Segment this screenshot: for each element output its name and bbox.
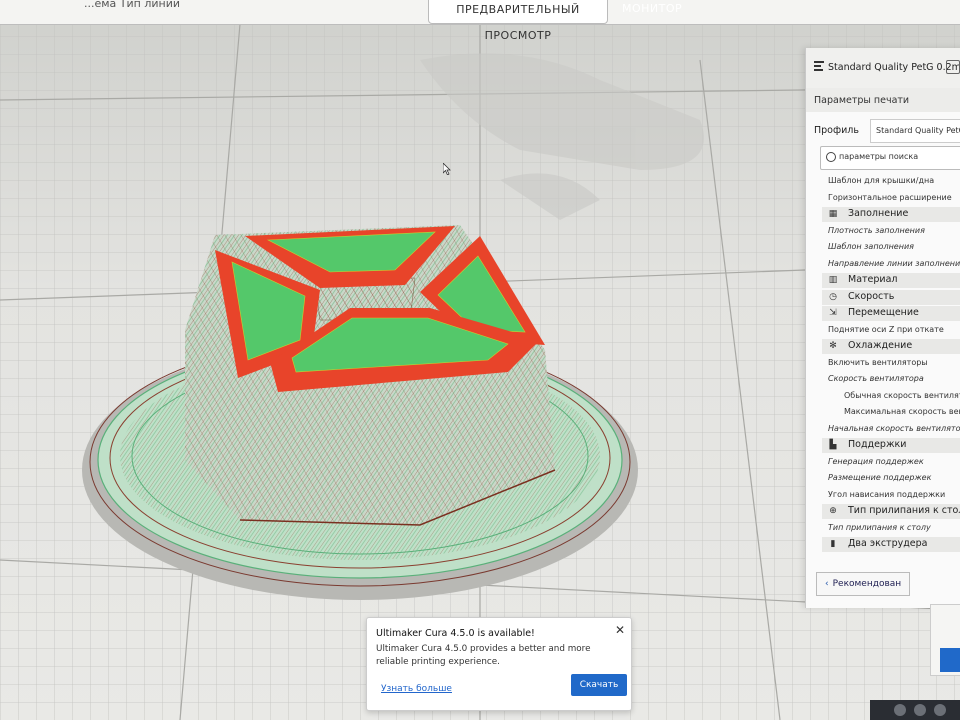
setting-row[interactable]: Начальная скорость вентилятора: [806, 424, 960, 433]
close-icon[interactable]: ✕: [615, 623, 625, 637]
search-placeholder: параметры поиска: [839, 152, 919, 161]
settings-category-label: Материал: [848, 274, 898, 285]
setting-row[interactable]: Направление линии заполнения: [806, 259, 960, 268]
recommended-label: Рекомендован: [832, 579, 902, 589]
settings-category[interactable]: ⇲ Перемещение: [822, 306, 960, 321]
chevron-left-icon: ‹: [825, 579, 829, 589]
cooling-icon: ✻: [829, 341, 837, 351]
settings-category-label: Скорость: [848, 290, 895, 302]
profile-dropdown[interactable]: Standard Quality PetG 0.2: [870, 119, 960, 143]
os-taskbar: [870, 700, 960, 720]
profile-header-name: Standard Quality PetG 0.2mm: [828, 62, 960, 73]
notification-title: Ultimaker Cura 4.5.0 is available!: [376, 628, 535, 639]
search-icon: [826, 152, 836, 162]
tab-monitor[interactable]: МОНИТОР: [608, 0, 696, 22]
setting-row[interactable]: Угол нависания поддержки: [806, 490, 960, 499]
mouse-cursor-icon: [443, 163, 451, 175]
edit-icon[interactable]: [946, 60, 960, 74]
slice-button[interactable]: [940, 648, 960, 672]
tab-preview[interactable]: ПРЕДВАРИТЕЛЬНЫЙ ПРОСМОТР: [428, 0, 608, 42]
download-button[interactable]: Скачать: [571, 674, 627, 696]
view-type-label[interactable]: ...ема Тип линии: [84, 0, 180, 10]
settings-category[interactable]: ▙ Поддержки: [822, 438, 960, 453]
speed-icon: ◷: [829, 291, 837, 302]
setting-row[interactable]: Горизонтальное расширение: [806, 193, 960, 202]
setting-row[interactable]: Максимальная скорость вентиля: [806, 407, 960, 416]
setting-row[interactable]: Плотность заполнения: [806, 226, 960, 235]
setting-row[interactable]: Шаблон заполнения: [806, 242, 960, 251]
setting-row[interactable]: Поднятие оси Z при откате: [806, 325, 960, 334]
settings-category[interactable]: ▥ Материал: [822, 273, 960, 288]
dual-extruder-icon: ▮: [830, 539, 836, 549]
setting-row[interactable]: Скорость вентилятора: [806, 374, 960, 383]
settings-category-label: Охлаждение: [848, 340, 913, 351]
settings-category[interactable]: ▮ Два экструдера: [822, 537, 960, 552]
print-object: [185, 225, 556, 526]
adhesion-icon: ⊕: [829, 506, 837, 516]
learn-more-link[interactable]: Узнать больше: [381, 684, 452, 694]
setting-row[interactable]: Обычная скорость вентилятора: [806, 391, 960, 400]
setting-row[interactable]: Тип прилипания к столу: [806, 523, 960, 532]
settings-category-label: Перемещение: [848, 307, 919, 318]
printer-settings-icon: [814, 61, 824, 71]
notification-body: Ultimaker Cura 4.5.0 provides a better a…: [376, 644, 591, 667]
settings-category[interactable]: ✻ Охлаждение: [822, 339, 960, 354]
travel-icon: ⇲: [829, 308, 837, 318]
setting-row[interactable]: Генерация поддержек: [806, 457, 960, 466]
taskbar-app-icon[interactable]: [914, 704, 926, 716]
settings-category-label: Поддержки: [848, 439, 907, 450]
infill-icon: ▦: [828, 209, 838, 219]
panel-title: Параметры печати: [814, 95, 910, 106]
profile-header[interactable]: Standard Quality PetG 0.2mm: [806, 48, 960, 89]
settings-category-label: Тип прилипания к столу: [848, 505, 960, 516]
settings-category[interactable]: ◷ Скорость: [822, 289, 960, 305]
setting-row[interactable]: Включить вентиляторы: [806, 358, 960, 367]
recommended-button[interactable]: ‹ Рекомендован: [816, 572, 910, 596]
settings-category-label: Заполнение: [848, 208, 909, 219]
settings-category[interactable]: ▦ Заполнение: [822, 207, 960, 222]
support-icon: ▙: [829, 440, 837, 450]
material-icon: ▥: [828, 275, 838, 285]
profile-label: Профиль: [814, 125, 859, 136]
settings-category-label: Два экструдера: [848, 538, 928, 549]
settings-category[interactable]: ⊕ Тип прилипания к столу: [822, 504, 960, 519]
taskbar-app-icon[interactable]: [934, 704, 946, 716]
update-notification: Ultimaker Cura 4.5.0 is available! ✕ Ult…: [366, 617, 632, 711]
settings-search-input[interactable]: параметры поиска: [820, 146, 960, 170]
print-settings-panel: Standard Quality PetG 0.2mm Параметры пе…: [805, 48, 960, 608]
taskbar-app-icon[interactable]: [894, 704, 906, 716]
setting-row[interactable]: Размещение поддержек: [806, 473, 960, 482]
setting-row[interactable]: Шаблон для крышки/дна: [806, 176, 960, 185]
top-toolbar: ...ема Тип линии ПРЕДВАРИТЕЛЬНЫЙ ПРОСМОТ…: [0, 0, 960, 42]
